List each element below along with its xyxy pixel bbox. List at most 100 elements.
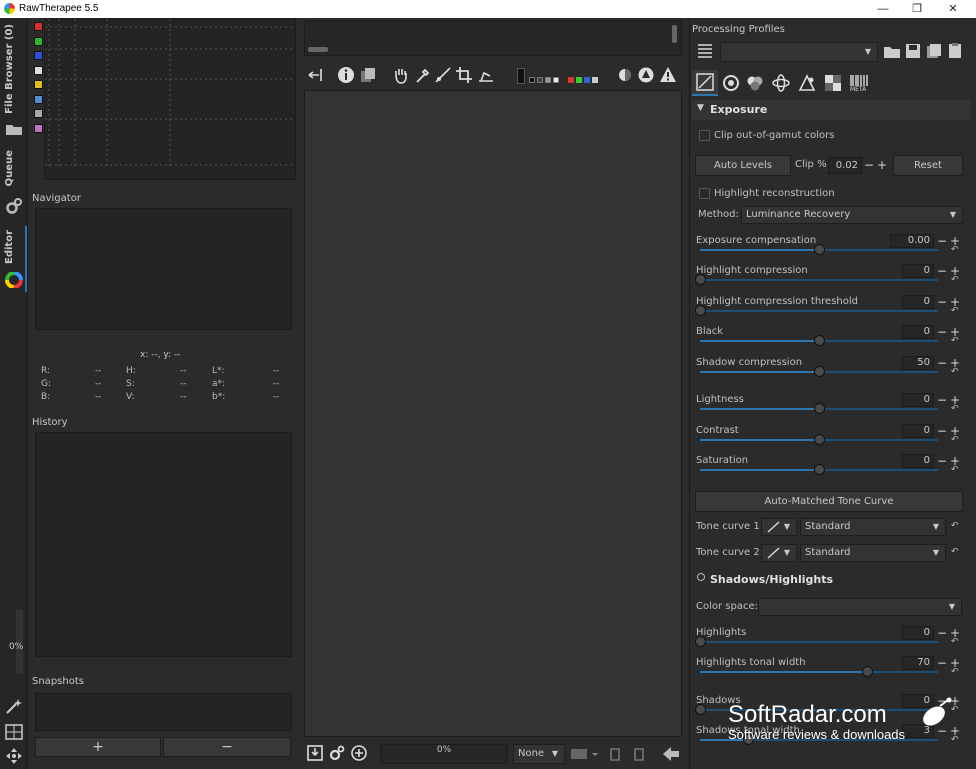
slider-handle[interactable] xyxy=(814,335,825,346)
clip-decrement-button[interactable]: − xyxy=(864,158,874,172)
bg-black-icon[interactable] xyxy=(529,77,535,83)
slider-handle[interactable] xyxy=(814,244,825,255)
exposure-header[interactable]: ▼ Exposure xyxy=(692,100,970,120)
slider-handle[interactable] xyxy=(814,434,825,445)
slider-handle[interactable] xyxy=(814,464,825,475)
processing-profile-select[interactable]: ▼ xyxy=(720,42,878,62)
tone-curve-2-mode-select[interactable]: ▼ xyxy=(761,544,797,562)
slider-value-input[interactable]: 0 xyxy=(902,264,934,278)
slider-decrement-button[interactable]: − xyxy=(937,234,947,248)
histogram-blue-toggle[interactable] xyxy=(34,51,43,60)
slider-decrement-button[interactable]: − xyxy=(937,424,947,438)
histogram-chroma-toggle[interactable] xyxy=(34,80,43,89)
reset-arrow-icon[interactable]: ↶ xyxy=(951,521,959,531)
filmstrip[interactable] xyxy=(304,20,682,56)
queue-gears-icon[interactable] xyxy=(328,744,346,762)
color-space-select[interactable]: ▼ xyxy=(758,598,962,616)
slider-value-input[interactable]: 0 xyxy=(902,424,934,438)
snapshots-list[interactable] xyxy=(35,693,292,731)
save-profile-icon[interactable] xyxy=(904,42,922,60)
reset-arrow-icon[interactable]: ↶ xyxy=(951,336,959,346)
auto-levels-button[interactable]: Auto Levels xyxy=(695,155,791,176)
clip-increment-button[interactable]: + xyxy=(877,158,887,172)
slider-handle[interactable] xyxy=(695,704,706,715)
send-to-editor-icon[interactable] xyxy=(350,744,368,762)
slider-handle[interactable] xyxy=(814,366,825,377)
tab-advanced-icon[interactable] xyxy=(772,74,790,92)
reset-arrow-icon[interactable]: ↶ xyxy=(951,367,959,377)
reset-arrow-icon[interactable]: ↶ xyxy=(951,275,959,285)
tab-queue[interactable]: Queue xyxy=(4,150,15,186)
slider-value-input[interactable]: 70 xyxy=(902,656,934,670)
tone-curve-2-type-select[interactable]: Standard ▼ xyxy=(800,544,946,562)
profile-list-icon[interactable] xyxy=(696,42,714,60)
clip-gamut-checkbox[interactable] xyxy=(699,130,710,141)
slider-value-input[interactable]: 0.00 xyxy=(890,234,934,248)
tone-curve-1-type-select[interactable]: Standard ▼ xyxy=(800,518,946,536)
tab-editor[interactable]: Editor xyxy=(4,230,15,264)
navigator-preview[interactable] xyxy=(35,208,292,330)
copy-profile-icon[interactable] xyxy=(925,42,943,60)
save-image-icon[interactable] xyxy=(306,744,324,762)
maximize-button[interactable]: ❐ xyxy=(902,1,932,17)
tab-details-icon[interactable] xyxy=(722,74,740,92)
tab-raw-icon[interactable] xyxy=(824,74,842,92)
slider-track[interactable] xyxy=(700,641,938,643)
tab-color-icon[interactable] xyxy=(746,74,764,92)
bg-lightgray-icon[interactable] xyxy=(545,77,551,83)
slider-decrement-button[interactable]: − xyxy=(937,325,947,339)
tab-metadata-icon[interactable]: META xyxy=(850,74,870,93)
bg-white-icon[interactable] xyxy=(553,77,559,83)
reset-arrow-icon[interactable]: ↶ xyxy=(951,667,959,677)
crop-icon[interactable] xyxy=(455,66,473,84)
histogram-raw-toggle[interactable] xyxy=(34,94,43,104)
hide-left-panel-icon[interactable] xyxy=(306,66,324,84)
info-icon[interactable] xyxy=(337,66,355,84)
color-picker-icon[interactable] xyxy=(414,66,432,84)
slider-decrement-button[interactable]: − xyxy=(937,656,947,670)
slider-decrement-button[interactable]: − xyxy=(937,264,947,278)
histogram-mode-toggle[interactable] xyxy=(34,123,43,133)
slider-track[interactable] xyxy=(700,279,938,281)
rotate-left-icon[interactable] xyxy=(608,745,626,763)
color-wheel-icon[interactable] xyxy=(5,271,23,289)
slider-value-input[interactable]: 0 xyxy=(902,295,934,309)
slider-decrement-button[interactable]: − xyxy=(937,356,947,370)
reset-arrow-icon[interactable]: ↶ xyxy=(951,306,959,316)
transform-icon[interactable] xyxy=(477,66,495,84)
filmstrip-vscroll[interactable] xyxy=(672,25,677,43)
tab-transform-icon[interactable] xyxy=(798,74,816,92)
tools-grid-icon[interactable] xyxy=(5,724,23,740)
slider-handle[interactable] xyxy=(695,636,706,647)
reset-arrow-icon[interactable]: ↶ xyxy=(951,547,959,557)
straighten-icon[interactable] xyxy=(434,66,452,84)
focus-mask-icon[interactable] xyxy=(616,66,634,84)
remove-snapshot-button[interactable]: − xyxy=(163,737,291,757)
highlight-recon-checkbox[interactable] xyxy=(699,188,710,199)
filmstrip-scrollbar[interactable] xyxy=(308,47,328,52)
highlight-warning-icon[interactable] xyxy=(659,66,677,84)
gears-icon[interactable] xyxy=(5,198,23,214)
fit-screen-icon[interactable] xyxy=(570,745,598,763)
slider-handle[interactable] xyxy=(695,305,706,316)
hand-tool-icon[interactable] xyxy=(392,66,410,84)
zoom-select[interactable]: None ▼ xyxy=(513,744,565,764)
slider-track[interactable] xyxy=(700,310,938,312)
before-after-icon[interactable] xyxy=(359,66,377,84)
paste-profile-icon[interactable] xyxy=(946,42,964,60)
history-list[interactable] xyxy=(35,432,292,657)
reset-arrow-icon[interactable]: ↶ xyxy=(951,637,959,647)
slider-value-input[interactable]: 50 xyxy=(902,356,934,370)
tone-curve-1-mode-select[interactable]: ▼ xyxy=(761,518,797,536)
clip-percent-input[interactable]: 0.02 xyxy=(828,157,862,174)
minimize-button[interactable]: — xyxy=(868,1,898,17)
magic-wand-icon[interactable] xyxy=(5,698,23,714)
close-button[interactable]: ✕ xyxy=(938,1,968,17)
reset-arrow-icon[interactable]: ↶ xyxy=(951,735,959,745)
reset-arrow-icon[interactable]: ↶ xyxy=(951,245,959,255)
reset-arrow-icon[interactable]: ↶ xyxy=(951,435,959,445)
bg-gray-icon[interactable] xyxy=(537,77,543,83)
reset-button[interactable]: Reset xyxy=(893,155,963,176)
channel-luminance-icon[interactable] xyxy=(592,77,598,83)
reset-arrow-icon[interactable]: ↶ xyxy=(951,404,959,414)
